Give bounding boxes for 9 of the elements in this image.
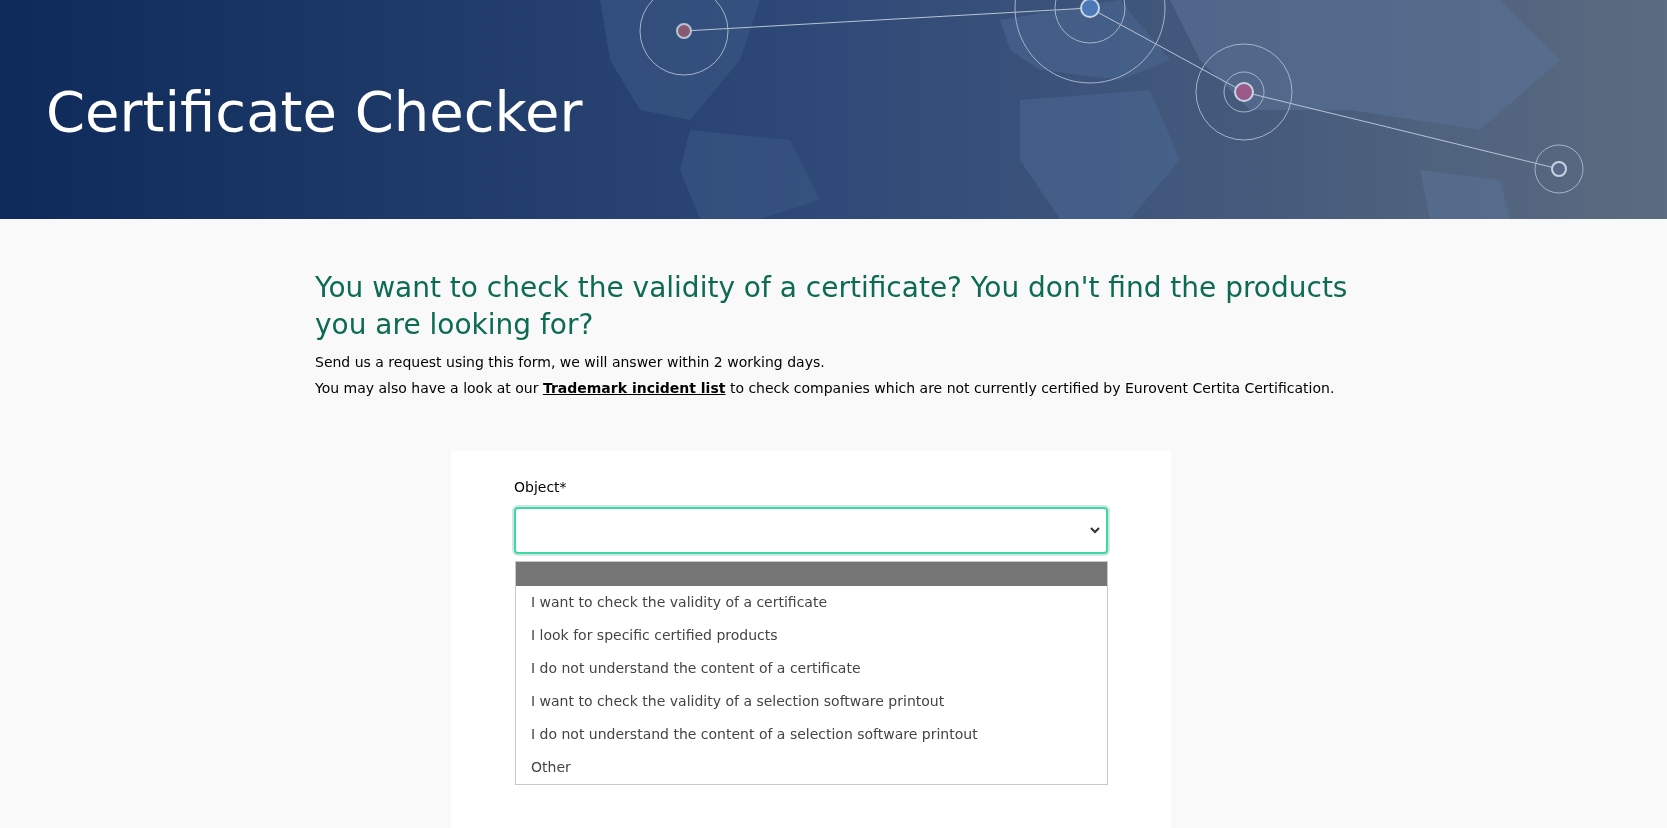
intro-text: Send us a request using this form, we will answer within 2 working days. bbox=[315, 353, 826, 372]
dropdown-option[interactable] bbox=[516, 562, 1107, 586]
intro-heading: You want to check the validity of a certificate? You don't find the products you are looking for? bbox=[315, 270, 1349, 343]
field-label: Object* bbox=[514, 478, 568, 497]
intro-text: You may also have a look at our Trademark incident list to check companies which are not currently certified by Eurovent Certita Certification. bbox=[315, 379, 1336, 398]
page-title: Certificate Checker bbox=[46, 80, 583, 144]
object-select[interactable] bbox=[514, 507, 1108, 554]
trademark-link[interactable]: Trademark incident list bbox=[542, 380, 726, 396]
chevron-down-icon bbox=[1090, 527, 1100, 534]
